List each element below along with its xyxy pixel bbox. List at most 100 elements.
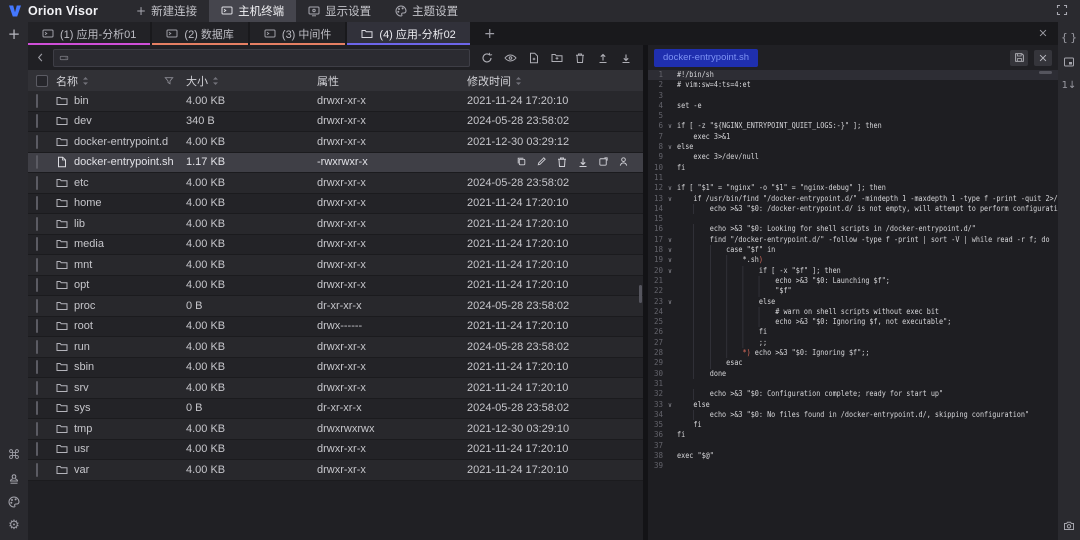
refresh-icon[interactable] bbox=[480, 51, 494, 65]
row-checkbox[interactable] bbox=[36, 381, 38, 395]
row-checkbox[interactable] bbox=[36, 196, 38, 210]
sort-icon[interactable] bbox=[515, 76, 522, 86]
fold-chevron-icon[interactable]: ∨ bbox=[663, 194, 677, 204]
row-checkbox[interactable] bbox=[36, 94, 38, 108]
menu-item-new-connection[interactable]: +新建连接 bbox=[124, 0, 209, 22]
row-checkbox[interactable] bbox=[36, 442, 38, 456]
session-tab[interactable]: (3) 中间件 bbox=[250, 22, 346, 45]
copy-icon[interactable] bbox=[516, 156, 527, 168]
scrollbar-thumb[interactable] bbox=[639, 285, 642, 303]
row-checkbox[interactable] bbox=[36, 155, 38, 169]
code-area[interactable]: 1#!/bin/sh2# vim:sw=4:ts=4:et34set -e56∨… bbox=[648, 70, 1058, 540]
download-icon[interactable] bbox=[619, 51, 633, 65]
session-tab[interactable]: (1) 应用-分析01 bbox=[28, 22, 150, 45]
row-checkbox[interactable] bbox=[36, 401, 38, 415]
fold-chevron-icon[interactable]: ∨ bbox=[663, 400, 677, 410]
new-folder-icon[interactable] bbox=[550, 51, 564, 65]
line-numbers-icon[interactable]: 1↓ bbox=[1061, 81, 1077, 91]
row-checkbox[interactable] bbox=[36, 237, 38, 251]
session-tab[interactable]: (2) 数据库 bbox=[152, 22, 248, 45]
row-checkbox[interactable] bbox=[36, 278, 38, 292]
table-row[interactable]: home4.00 KBdrwxr-xr-x2021-11-24 17:20:10 bbox=[28, 194, 643, 215]
delete-icon[interactable] bbox=[556, 156, 568, 168]
row-checkbox[interactable] bbox=[36, 176, 38, 190]
gear-icon[interactable]: ⚙ bbox=[8, 519, 21, 532]
fold-chevron-icon[interactable]: ∨ bbox=[663, 255, 677, 265]
row-checkbox[interactable] bbox=[36, 135, 38, 149]
back-icon[interactable] bbox=[34, 52, 47, 63]
sort-icon[interactable] bbox=[82, 76, 89, 86]
new-file-icon[interactable] bbox=[527, 51, 541, 65]
column-header-mtime[interactable]: 修改时间 bbox=[467, 73, 643, 89]
menu-item-host-terminal[interactable]: 主机终端 bbox=[209, 0, 296, 22]
add-session-icon[interactable]: + bbox=[472, 22, 508, 45]
table-row[interactable]: mnt4.00 KBdrwxr-xr-x2021-11-24 17:20:10 bbox=[28, 255, 643, 276]
download-icon[interactable] bbox=[577, 156, 589, 168]
table-row[interactable]: media4.00 KBdrwxr-xr-x2021-11-24 17:20:1… bbox=[28, 235, 643, 256]
palette-icon[interactable] bbox=[8, 496, 21, 508]
line-number: 24 bbox=[648, 307, 663, 317]
editor-panel-icon[interactable] bbox=[1061, 56, 1077, 68]
sort-icon[interactable] bbox=[212, 76, 219, 86]
row-checkbox[interactable] bbox=[36, 217, 38, 231]
table-row[interactable]: sys0 Bdr-xr-xr-x2024-05-28 23:58:02 bbox=[28, 399, 643, 420]
fold-chevron-icon[interactable]: ∨ bbox=[663, 235, 677, 245]
table-row[interactable]: srv4.00 KBdrwxr-xr-x2021-11-24 17:20:10 bbox=[28, 378, 643, 399]
row-checkbox[interactable] bbox=[36, 114, 38, 128]
fold-chevron-icon[interactable]: ∨ bbox=[663, 142, 677, 152]
table-row[interactable]: etc4.00 KBdrwxr-xr-x2024-05-28 23:58:02 bbox=[28, 173, 643, 194]
column-header-attr[interactable]: 属性 bbox=[317, 73, 467, 89]
edit-icon[interactable] bbox=[536, 156, 547, 168]
table-row[interactable]: bin4.00 KBdrwxr-xr-x2021-11-24 17:20:10 bbox=[28, 91, 643, 112]
table-row[interactable]: tmp4.00 KBdrwxrwxrwx2021-12-30 03:29:10 bbox=[28, 419, 643, 440]
table-row[interactable]: proc0 Bdr-xr-xr-x2024-05-28 23:58:02 bbox=[28, 296, 643, 317]
command-icon[interactable]: ⌘ bbox=[8, 449, 21, 462]
fold-chevron-icon[interactable]: ∨ bbox=[663, 266, 677, 276]
table-row[interactable]: root4.00 KBdrwx------2021-11-24 17:20:10 bbox=[28, 317, 643, 338]
editor-scrollbar-thumb[interactable] bbox=[1039, 71, 1052, 74]
path-input[interactable] bbox=[74, 52, 464, 64]
camera-icon[interactable] bbox=[1063, 520, 1075, 532]
table-row[interactable]: sbin4.00 KBdrwxr-xr-x2021-11-24 17:20:10 bbox=[28, 358, 643, 379]
filter-icon[interactable] bbox=[164, 76, 174, 86]
editor-file-tab[interactable]: docker-entrypoint.sh bbox=[654, 49, 758, 67]
fold-gutter bbox=[663, 420, 677, 430]
permission-icon[interactable] bbox=[618, 156, 629, 168]
row-checkbox[interactable] bbox=[36, 340, 38, 354]
row-checkbox[interactable] bbox=[36, 360, 38, 374]
menu-item-display-settings[interactable]: 显示设置 bbox=[296, 0, 383, 22]
fold-chevron-icon[interactable]: ∨ bbox=[663, 121, 677, 131]
table-row[interactable]: var4.00 KBdrwxr-xr-x2021-11-24 17:20:10 bbox=[28, 460, 643, 481]
row-checkbox[interactable] bbox=[36, 299, 38, 313]
close-editor-icon[interactable] bbox=[1034, 50, 1052, 66]
column-header-size[interactable]: 大小 bbox=[186, 73, 317, 89]
menu-item-theme-settings[interactable]: 主题设置 bbox=[383, 0, 470, 22]
table-row[interactable]: run4.00 KBdrwxr-xr-x2024-05-28 23:58:02 bbox=[28, 337, 643, 358]
new-tab-icon[interactable]: + bbox=[0, 22, 28, 45]
table-row[interactable]: opt4.00 KBdrwxr-xr-x2021-11-24 17:20:10 bbox=[28, 276, 643, 297]
fullscreen-icon[interactable] bbox=[1052, 4, 1072, 19]
move-icon[interactable] bbox=[598, 156, 609, 168]
row-checkbox[interactable] bbox=[36, 258, 38, 272]
fold-chevron-icon[interactable]: ∨ bbox=[663, 245, 677, 255]
column-header-name[interactable]: 名称 bbox=[56, 73, 186, 89]
table-row[interactable]: dev340 Bdrwxr-xr-x2024-05-28 23:58:02 bbox=[28, 112, 643, 133]
table-row[interactable]: docker-entrypoint.sh1.17 KB-rwxrwxr-x bbox=[28, 153, 643, 174]
session-tab[interactable]: (4) 应用-分析02 bbox=[347, 22, 469, 45]
fold-chevron-icon[interactable]: ∨ bbox=[663, 183, 677, 193]
row-checkbox[interactable] bbox=[36, 319, 38, 333]
row-checkbox[interactable] bbox=[36, 422, 38, 436]
upload-icon[interactable] bbox=[596, 51, 610, 65]
save-icon[interactable] bbox=[1010, 50, 1028, 66]
select-all-checkbox[interactable] bbox=[36, 75, 48, 87]
close-icon[interactable] bbox=[1028, 22, 1058, 45]
delete-icon[interactable] bbox=[573, 51, 587, 65]
table-row[interactable]: usr4.00 KBdrwxr-xr-x2021-11-24 17:20:10 bbox=[28, 440, 643, 461]
seal-icon[interactable] bbox=[8, 473, 21, 485]
eye-icon[interactable] bbox=[503, 51, 518, 65]
table-row[interactable]: lib4.00 KBdrwxr-xr-x2021-11-24 17:20:10 bbox=[28, 214, 643, 235]
fold-chevron-icon[interactable]: ∨ bbox=[663, 297, 677, 307]
table-row[interactable]: docker-entrypoint.d4.00 KBdrwxr-xr-x2021… bbox=[28, 132, 643, 153]
row-checkbox[interactable] bbox=[36, 463, 38, 477]
braces-icon[interactable]: { } bbox=[1061, 32, 1077, 43]
